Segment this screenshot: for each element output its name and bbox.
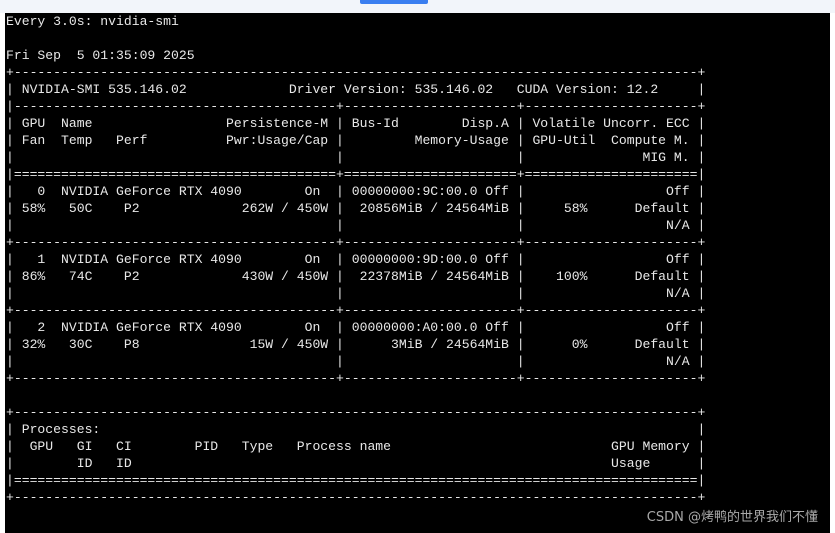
- terminal-line: | Fan Temp Perf Pwr:Usage/Cap | Memory-U…: [6, 133, 706, 148]
- terminal-line: | | | N/A |: [6, 354, 706, 369]
- terminal-line: |=======================================…: [6, 167, 706, 182]
- watch-header-line: Every 3.0s: nvidia-smi: [6, 14, 179, 29]
- terminal-line: +---------------------------------------…: [6, 371, 706, 386]
- terminal-line: | | | N/A |: [6, 218, 706, 233]
- terminal-line: | ID ID Usage |: [6, 456, 706, 471]
- timestamp-line: Fri Sep 5 01:35:09 2025: [6, 48, 195, 63]
- terminal-line: | 58% 50C P2 262W / 450W | 20856MiB / 24…: [6, 201, 706, 216]
- active-tab-indicator[interactable]: [360, 0, 428, 4]
- terminal-line: |---------------------------------------…: [6, 99, 706, 114]
- terminal-line: | GPU Name Persistence-M | Bus-Id Disp.A…: [6, 116, 706, 131]
- terminal-line: | 32% 30C P8 15W / 450W | 3MiB / 24564Mi…: [6, 337, 706, 352]
- terminal-line: +---------------------------------------…: [6, 490, 706, 505]
- csdn-watermark: CSDN @烤鸭的世界我们不懂: [646, 510, 818, 525]
- terminal-line: +---------------------------------------…: [6, 303, 706, 318]
- terminal-line: +---------------------------------------…: [6, 65, 706, 80]
- nvidia-smi-table: +---------------------------------------…: [6, 65, 705, 505]
- terminal-window[interactable]: Every 3.0s: nvidia-smi Fri Sep 5 01:35:0…: [5, 13, 830, 533]
- terminal-line: +---------------------------------------…: [6, 405, 706, 420]
- screenshot-page: Every 3.0s: nvidia-smi Fri Sep 5 01:35:0…: [0, 0, 835, 533]
- terminal-line: | 0 NVIDIA GeForce RTX 4090 On | 0000000…: [6, 184, 706, 199]
- terminal-line: | 86% 74C P2 430W / 450W | 22378MiB / 24…: [6, 269, 706, 284]
- browser-top-bar: [0, 0, 835, 13]
- terminal-line: | NVIDIA-SMI 535.146.02 Driver Version: …: [6, 82, 706, 97]
- terminal-line: |=======================================…: [6, 473, 706, 488]
- terminal-line: | Processes: |: [6, 422, 706, 437]
- terminal-line: | GPU GI CI PID Type Process name GPU Me…: [6, 439, 706, 454]
- terminal-line: | 2 NVIDIA GeForce RTX 4090 On | 0000000…: [6, 320, 706, 335]
- terminal-line: | 1 NVIDIA GeForce RTX 4090 On | 0000000…: [6, 252, 706, 267]
- terminal-output: Every 3.0s: nvidia-smi Fri Sep 5 01:35:0…: [6, 13, 705, 506]
- terminal-line: | | | N/A |: [6, 286, 706, 301]
- terminal-line: | | | MIG M. |: [6, 150, 706, 165]
- terminal-line: +---------------------------------------…: [6, 235, 706, 250]
